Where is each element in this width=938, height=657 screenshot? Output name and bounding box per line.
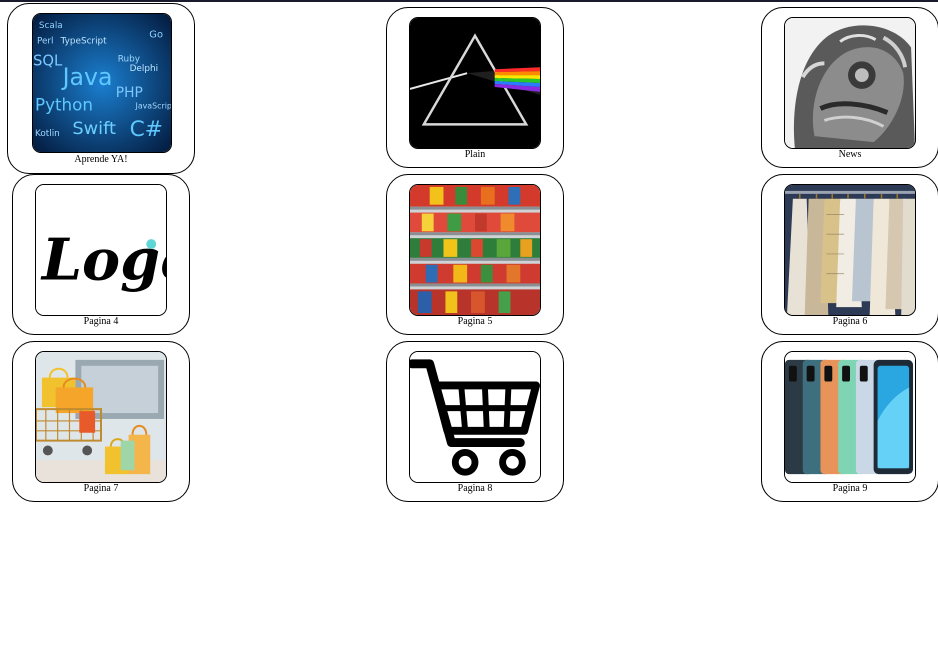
stone-lion-image [784,17,916,149]
prism-image [409,17,541,149]
card-label: Pagina 9 [832,483,868,494]
lang-word: Swift [72,119,116,139]
card-pagina-9[interactable]: Pagina 9 [761,341,938,502]
lang-word: Go [149,30,163,41]
clothes-rack-image [784,184,916,316]
lang-word: JavaScript [135,102,171,111]
card-plain[interactable]: Plain [386,7,564,168]
lang-word: Perl [37,37,54,47]
card-label: Pagina 5 [457,316,493,327]
lang-word: Scala [39,21,63,31]
lang-word: C# [130,117,163,142]
card-label: Pagina 8 [457,483,493,494]
supermarket-shelves-image [409,184,541,316]
card-label: Plain [464,149,486,160]
top-border [0,0,938,2]
logo-word: Logo [40,227,166,294]
lang-word: Kotlin [35,129,60,139]
card-pagina-5[interactable]: Pagina 5 [386,174,564,335]
lang-word: Delphi [130,64,158,74]
card-pagina-4[interactable]: Logo Pagina 4 [12,174,190,335]
lang-word: PHP [116,85,143,101]
lang-word: TypeScript [60,37,108,47]
shopping-bags-image [35,351,167,483]
card-label: Aprende YA! [74,154,128,165]
smartphones-image [784,351,916,483]
card-aprende-ya[interactable]: Scala Perl TypeScript SQL Java Ruby Delp… [7,3,195,174]
card-pagina-6[interactable]: Pagina 6 [761,174,938,335]
card-label: News [838,149,862,160]
card-label: Pagina 7 [83,483,119,494]
card-pagina-8[interactable]: Pagina 8 [386,341,564,502]
card-label: Pagina 6 [832,316,868,327]
lang-word: Java [61,63,113,91]
card-pagina-7[interactable]: Pagina 7 [12,341,190,502]
card-label: Pagina 4 [83,316,119,327]
shopping-cart-icon [409,351,541,483]
logo-image: Logo [35,184,167,316]
programming-languages-image: Scala Perl TypeScript SQL Java Ruby Delp… [32,13,172,153]
card-news[interactable]: News [761,7,938,168]
lang-word: Ruby [118,54,140,64]
lang-word: Python [35,95,93,115]
lang-word: SQL [33,52,63,69]
